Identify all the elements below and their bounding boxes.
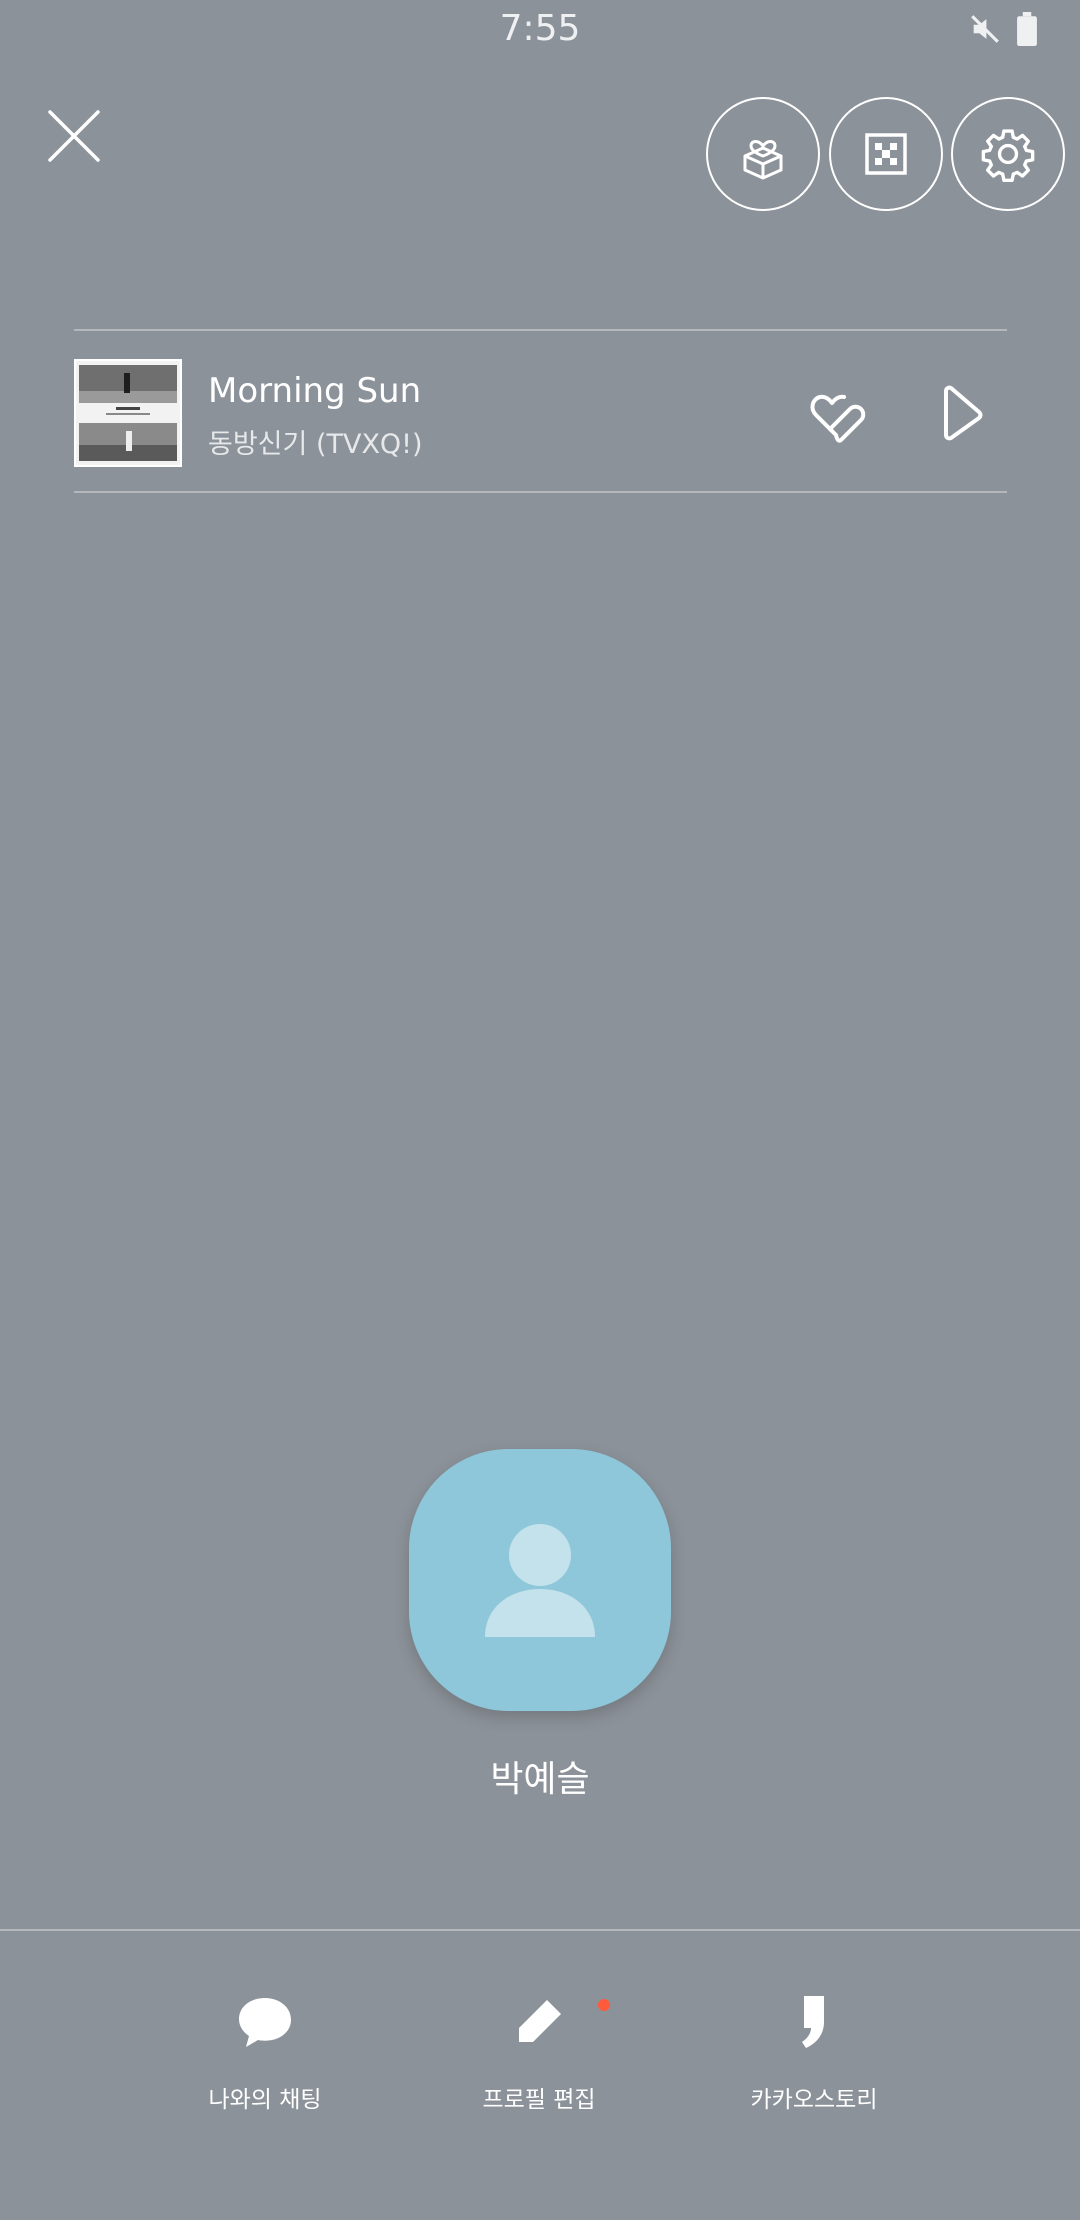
my-chat-button[interactable]: 나와의 채팅 (155, 1990, 375, 2140)
avatar[interactable] (409, 1449, 671, 1711)
song-title: Morning Sun (208, 371, 422, 411)
edit-profile-label: 프로필 편집 (482, 2087, 596, 2113)
album-art (74, 359, 182, 467)
my-chat-label: 나와의 채팅 (208, 2087, 322, 2113)
gear-icon (981, 129, 1035, 183)
close-icon (48, 110, 100, 162)
play-button[interactable] (928, 381, 992, 445)
kakaostory-button[interactable]: 카카오스토리 (704, 1990, 924, 2140)
song-artist: 동방신기 (TVXQ!) (208, 429, 423, 460)
status-time: 7:55 (499, 8, 581, 49)
status-bar: 7:55 (0, 0, 1080, 64)
qr-code-button[interactable] (829, 97, 943, 211)
pencil-icon (519, 1996, 565, 2042)
like-button[interactable] (806, 381, 870, 445)
status-icons (968, 12, 1038, 50)
battery-icon (1016, 12, 1038, 50)
qr-code-icon (865, 133, 907, 175)
mute-icon (968, 12, 1002, 50)
settings-button[interactable] (951, 97, 1065, 211)
kakaostory-icon (802, 1996, 824, 2048)
play-icon (944, 385, 983, 441)
person-icon (485, 1524, 595, 1637)
kakaostory-label: 카카오스토리 (750, 2087, 878, 2113)
gift-icon (743, 140, 783, 180)
gift-button[interactable] (706, 97, 820, 211)
edit-profile-button[interactable]: 프로필 편집 (429, 1990, 649, 2140)
bottom-divider (0, 1929, 1080, 1931)
chat-bubble-icon (239, 1998, 291, 2047)
like-icon (810, 394, 866, 443)
profile-music-card[interactable]: Morning Sun 동방신기 (TVXQ!) (74, 329, 1007, 493)
close-button[interactable] (44, 106, 104, 166)
notification-dot (598, 1999, 610, 2011)
profile-name: 박예슬 (490, 1759, 590, 1800)
